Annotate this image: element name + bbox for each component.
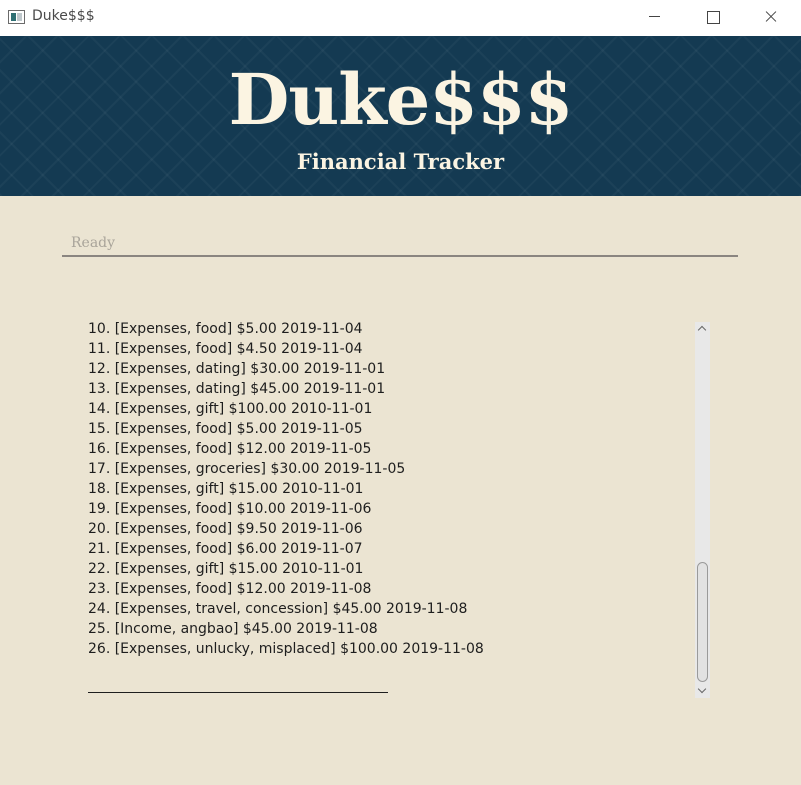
output-line: 20. [Expenses, food] $9.50 2019-11-06 xyxy=(88,521,363,537)
output-line: 24. [Expenses, travel, concession] $45.0… xyxy=(88,601,468,617)
minimize-icon[interactable] xyxy=(626,0,684,36)
output-line: 26. [Expenses, unlucky, misplaced] $100.… xyxy=(88,641,484,657)
app-subtitle: Financial Tracker xyxy=(296,149,505,174)
output-line: 23. [Expenses, food] $12.00 2019-11-08 xyxy=(88,581,372,597)
output-line: 13. [Expenses, dating] $45.00 2019-11-01 xyxy=(88,381,386,397)
output-line: 18. [Expenses, gift] $15.00 2010-11-01 xyxy=(88,481,364,497)
command-input[interactable] xyxy=(62,226,738,257)
output-line: 10. [Expenses, food] $5.00 2019-11-04 xyxy=(88,322,363,337)
output-divider xyxy=(88,692,388,693)
output-list: 10. [Expenses, food] $5.00 2019-11-04 11.… xyxy=(88,322,694,698)
output-line: 17. [Expenses, groceries] $30.00 2019-11… xyxy=(88,461,406,477)
scroll-thumb[interactable] xyxy=(697,562,708,682)
window-title: Duke$$$ xyxy=(32,8,95,24)
chevron-down-icon[interactable] xyxy=(695,684,710,698)
output-line: 22. [Expenses, gift] $15.00 2010-11-01 xyxy=(88,561,364,577)
output-line: 19. [Expenses, food] $10.00 2019-11-06 xyxy=(88,501,372,517)
output-line: 25. [Income, angbao] $45.00 2019-11-08 xyxy=(88,621,378,637)
maximize-icon[interactable] xyxy=(684,0,742,36)
output-line: 15. [Expenses, food] $5.00 2019-11-05 xyxy=(88,421,363,437)
output-line: 12. [Expenses, dating] $30.00 2019-11-01 xyxy=(88,361,386,377)
chevron-up-icon[interactable] xyxy=(695,322,710,336)
app-window-icon xyxy=(8,10,25,24)
output-scrollbar[interactable] xyxy=(695,322,710,698)
output-line: 14. [Expenses, gift] $100.00 2010-11-01 xyxy=(88,401,373,417)
close-icon[interactable] xyxy=(742,0,800,36)
output-line: 21. [Expenses, food] $6.00 2019-11-07 xyxy=(88,541,363,557)
output-line: 16. [Expenses, food] $12.00 2019-11-05 xyxy=(88,441,372,457)
header-banner: Duke$$$ Financial Tracker xyxy=(0,36,801,196)
window-titlebar: Duke$$$ xyxy=(0,0,801,36)
app-title: Duke$$$ xyxy=(228,58,574,141)
output-line: 11. [Expenses, food] $4.50 2019-11-04 xyxy=(88,341,363,357)
